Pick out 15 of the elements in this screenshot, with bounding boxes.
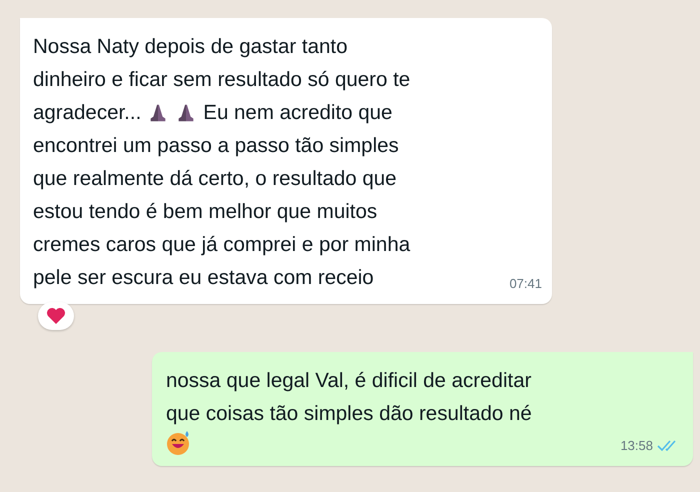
- message-text: estou tendo é bem melhor que muitos: [33, 199, 378, 225]
- message-text: nossa que legal Val, é dificil de acreditar: [166, 368, 532, 394]
- message-text: encontrei um passo a passo tão simples: [33, 133, 399, 159]
- message-text: cremes caros que já comprei e por minha: [33, 232, 410, 258]
- message-time: 07:41: [509, 275, 542, 293]
- message-text: agradecer...: [33, 100, 142, 126]
- message-text: Nossa Naty depois de gastar tanto: [33, 34, 348, 60]
- message-text: Eu nem acredito que: [203, 100, 392, 126]
- grinning-sweat-face-icon: [166, 430, 192, 456]
- message-time: 13:58: [620, 436, 679, 456]
- message-text: dinheiro e ficar sem resultado só quero te: [33, 67, 410, 93]
- message-text: que coisas tão simples dão resultado né: [166, 401, 532, 427]
- heart-icon: [46, 307, 66, 325]
- message-text: que realmente dá certo, o resultado que: [33, 166, 397, 192]
- message-text: pele ser escura eu estava com receio: [33, 265, 374, 291]
